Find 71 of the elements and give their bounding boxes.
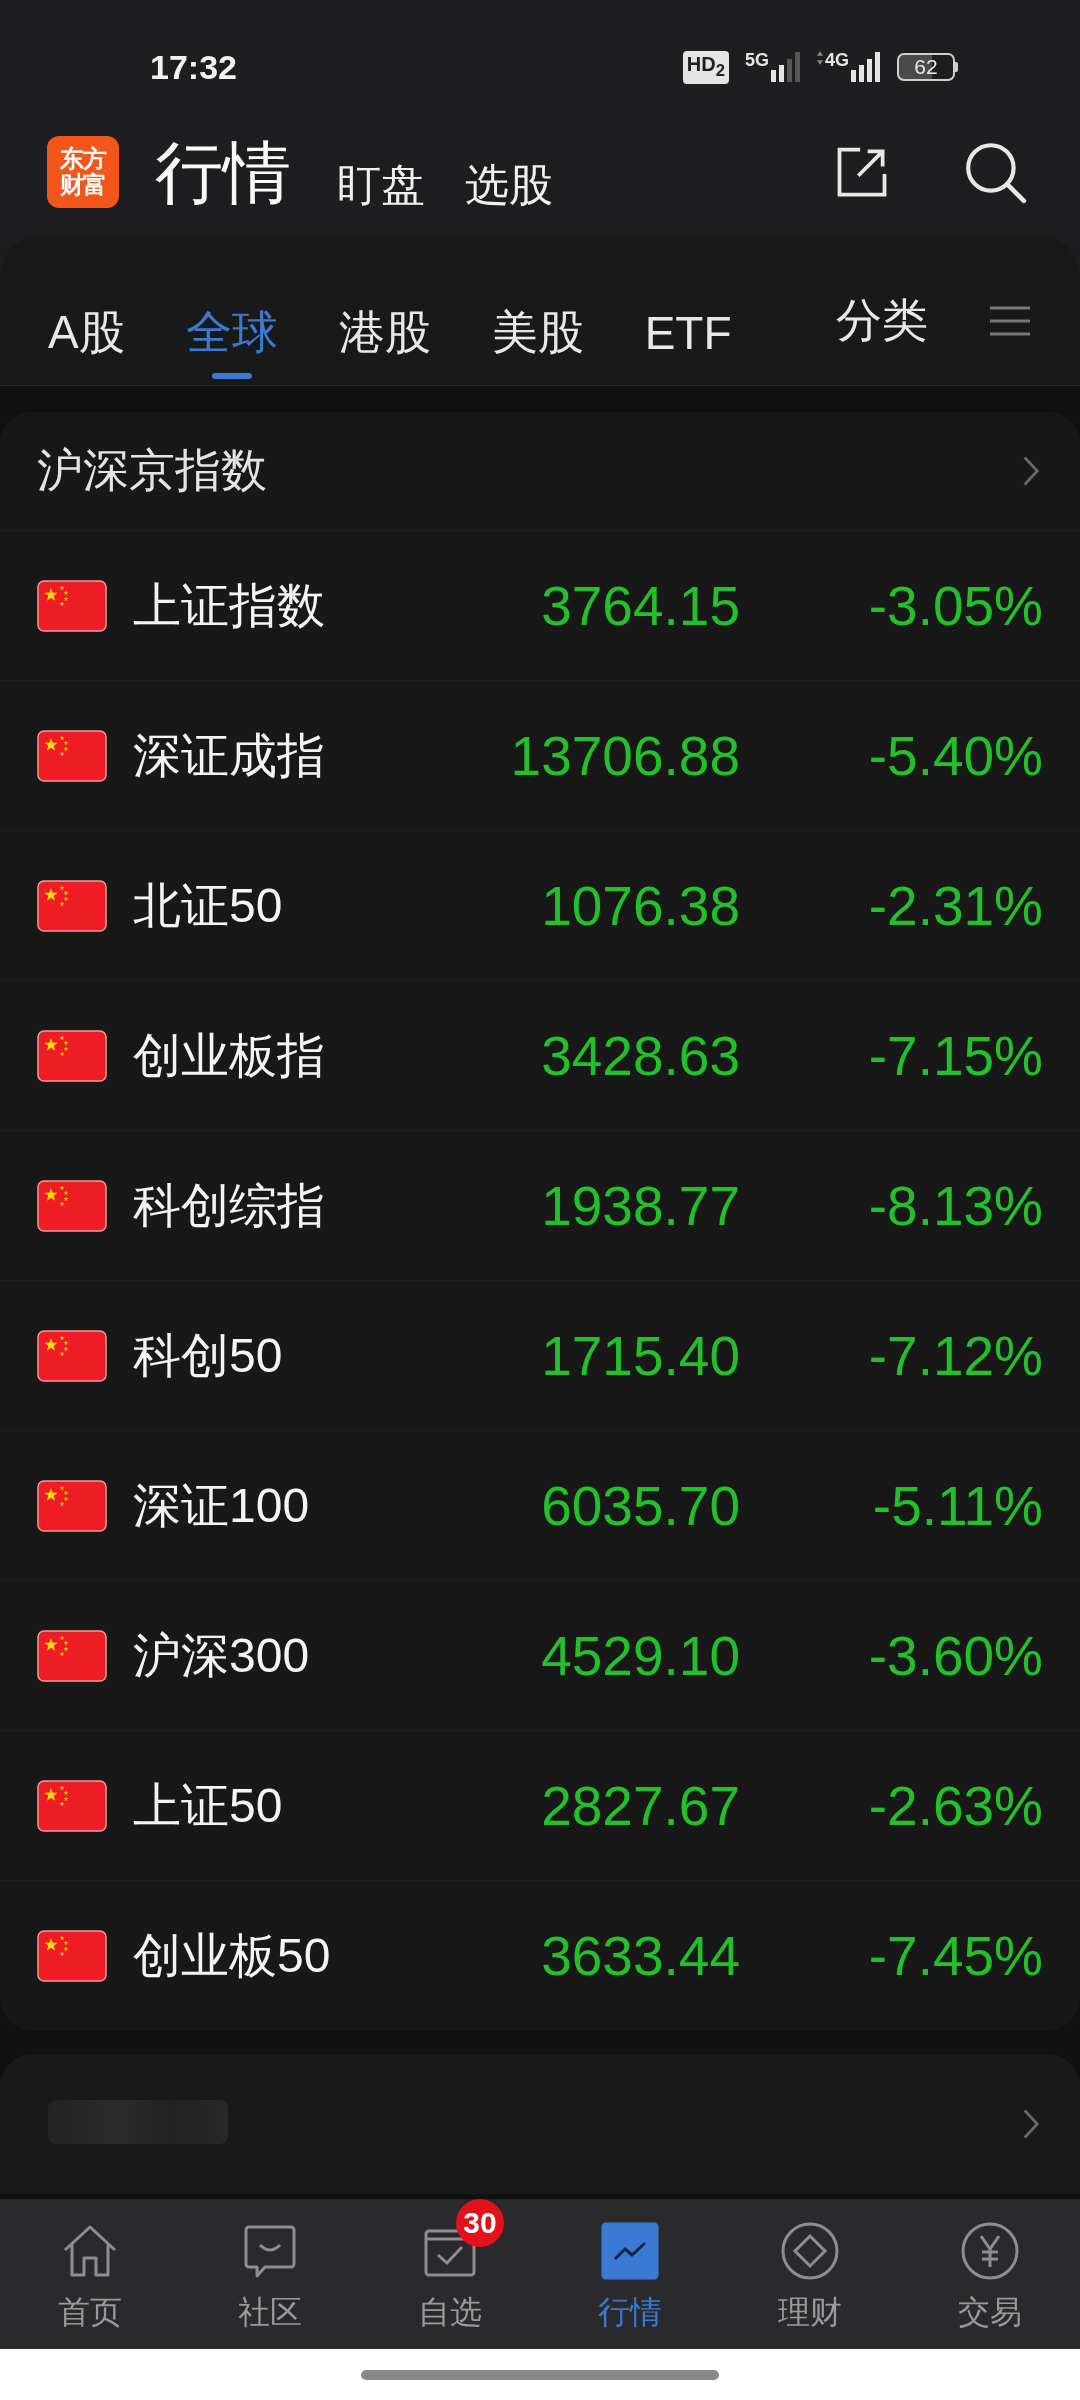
signal-icon (851, 51, 881, 83)
flag-icon (37, 1179, 107, 1232)
market-tab[interactable]: A股 (48, 269, 125, 385)
nav-item[interactable]: 理财 (720, 2199, 900, 2349)
network-type-label: 5G (744, 51, 769, 69)
app-logo[interactable]: 东方 财富 (47, 135, 119, 208)
index-value: 4529.10 (540, 1623, 740, 1688)
trend-chart-icon (600, 2221, 660, 2281)
header-tab[interactable]: 选股 (465, 156, 553, 215)
menu-icon[interactable] (990, 306, 1030, 336)
nav-item[interactable]: 首页 (0, 2199, 180, 2349)
nav-item[interactable]: 交易 (900, 2199, 1080, 2349)
category-button[interactable]: 分类 (836, 290, 928, 352)
index-change: -7.45% (867, 1923, 1043, 1988)
market-tab[interactable]: 美股 (491, 269, 584, 385)
index-value: 1715.40 (540, 1323, 740, 1388)
index-value: 1938.77 (540, 1173, 740, 1238)
index-name: 深证100 (133, 1477, 311, 1534)
index-value: 3428.63 (540, 1023, 740, 1088)
flag-icon (37, 1329, 107, 1382)
flag-icon (37, 1479, 107, 1532)
index-value: 1076.38 (540, 873, 740, 938)
data-arrows-icon (817, 51, 823, 65)
nav-item[interactable]: 社区 (180, 2199, 360, 2349)
index-change: -5.40% (867, 723, 1043, 788)
battery-indicator: 62 (897, 53, 958, 81)
network-type-label: 4G (825, 51, 849, 69)
market-tab[interactable]: 全球 (185, 269, 278, 385)
index-change: -2.63% (867, 1773, 1043, 1838)
index-value: 6035.70 (540, 1473, 740, 1538)
index-value: 3764.15 (540, 573, 740, 638)
flag-icon (37, 579, 107, 632)
index-name: 科创50 (133, 1327, 284, 1384)
section-title: 沪深京指数 (37, 443, 267, 498)
header-tab[interactable]: 盯盘 (337, 156, 425, 215)
status-time: 17:32 (150, 46, 237, 87)
index-name: 创业板指 (133, 1027, 326, 1084)
flag-icon (37, 729, 107, 782)
index-name: 创业板50 (133, 1927, 332, 1984)
index-value: 2827.67 (540, 1773, 740, 1838)
flag-icon (37, 879, 107, 932)
flag-icon (37, 1029, 107, 1082)
index-change: -8.13% (867, 1173, 1043, 1238)
market-tab[interactable]: 港股 (338, 269, 431, 385)
index-value: 13706.88 (509, 723, 740, 788)
nav-item[interactable]: 30 自选 (360, 2199, 540, 2349)
index-change: -5.11% (871, 1473, 1043, 1538)
market-tab[interactable]: ETF (644, 269, 732, 385)
index-name: 沪深300 (133, 1627, 311, 1684)
index-change: -3.60% (867, 1623, 1043, 1688)
index-name: 北证50 (133, 877, 284, 934)
index-change: -7.15% (867, 1023, 1043, 1088)
flag-icon (37, 1629, 107, 1682)
signal-icon (771, 51, 801, 83)
chevron-right-icon[interactable] (1022, 454, 1040, 488)
index-name: 上证指数 (133, 577, 326, 634)
index-name: 上证50 (133, 1777, 284, 1834)
flag-icon (37, 1779, 107, 1832)
page-title: 行情 (155, 133, 291, 212)
index-name: 科创综指 (133, 1177, 326, 1234)
hd-voice-badge: HD$_{2}$ (682, 50, 729, 84)
index-change: -3.05% (867, 573, 1043, 638)
yen-coin-icon (960, 2221, 1020, 2281)
nav-item[interactable]: 行情 (540, 2199, 720, 2349)
index-change: -7.12% (867, 1323, 1043, 1388)
flag-icon (37, 1929, 107, 1982)
unread-count-badge: 30 (456, 2199, 504, 2247)
index-change: -2.31% (867, 873, 1043, 938)
chevron-right-icon[interactable] (1022, 2107, 1040, 2141)
index-name: 深证成指 (133, 727, 326, 784)
index-value: 3633.44 (540, 1923, 740, 1988)
